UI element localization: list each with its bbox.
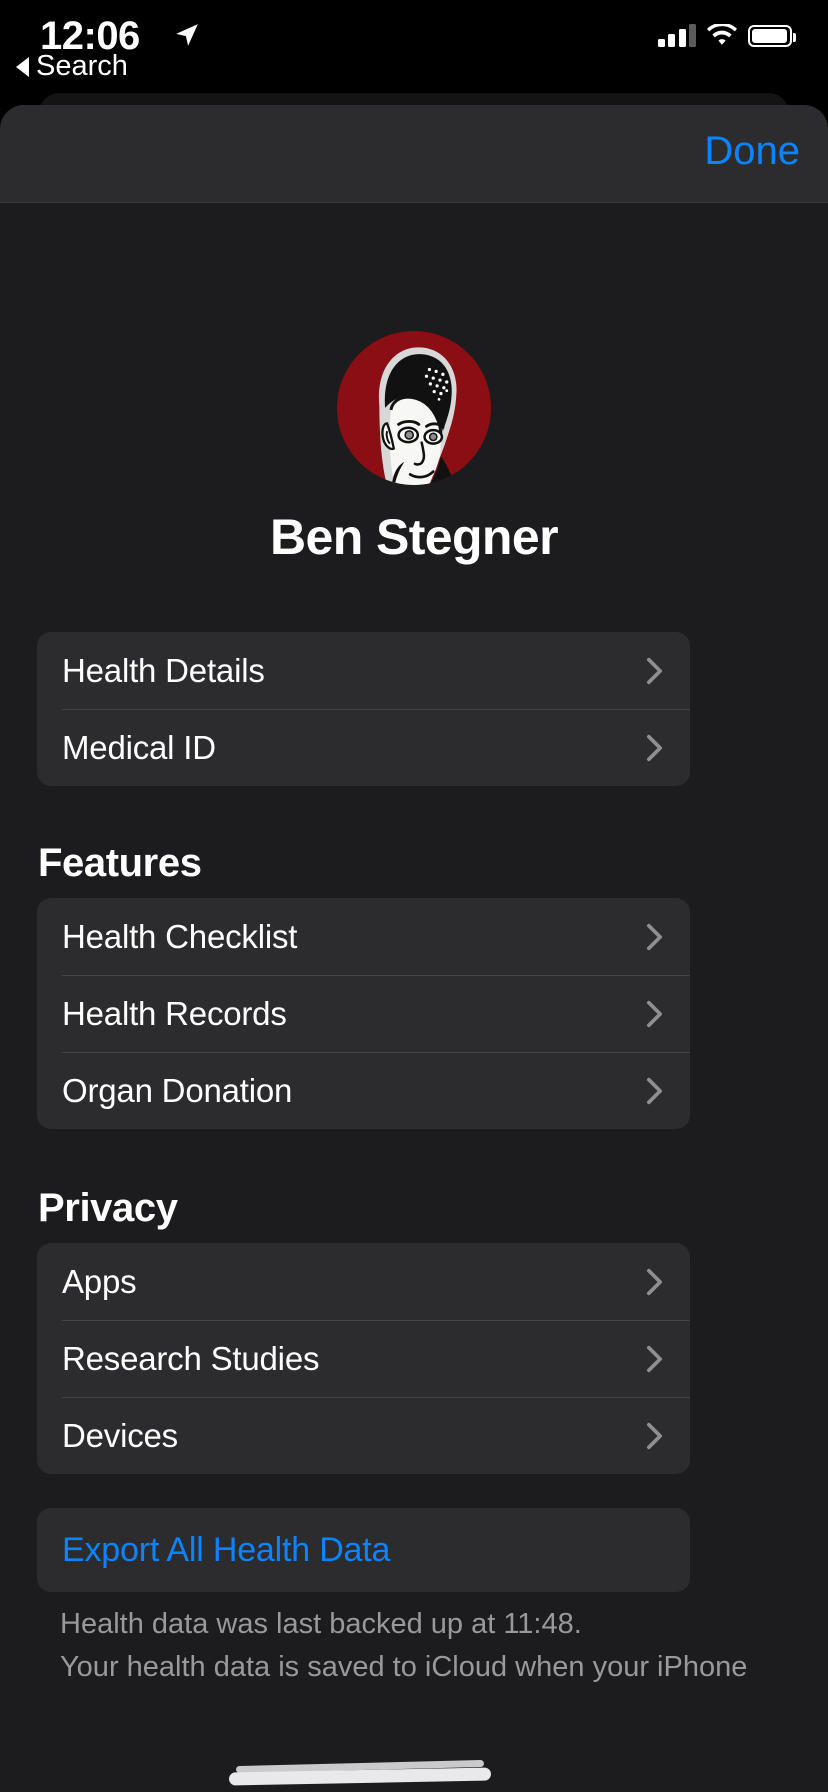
list-item-label: Organ Donation bbox=[62, 1071, 293, 1109]
list-item-apps[interactable]: Apps bbox=[37, 1243, 690, 1320]
profile-name: Ben Stegner bbox=[270, 509, 559, 565]
cellular-signal-icon bbox=[657, 23, 696, 47]
list-item-label: Devices bbox=[62, 1416, 178, 1454]
back-link-label: Search bbox=[36, 50, 128, 82]
list-item-health-details[interactable]: Health Details bbox=[37, 632, 690, 709]
list-item-label: Apps bbox=[62, 1262, 137, 1300]
chevron-right-icon bbox=[646, 657, 663, 684]
list-card-profile: Health Details Medical ID bbox=[37, 632, 690, 786]
chevron-right-icon bbox=[646, 734, 663, 761]
list-item-medical-id[interactable]: Medical ID bbox=[37, 709, 690, 786]
avatar[interactable] bbox=[337, 331, 491, 485]
footer-line-2: Your health data is saved to iCloud when… bbox=[60, 1651, 748, 1683]
list-card-features: Health Checklist Health Records Organ Do… bbox=[37, 898, 690, 1129]
list-item-health-checklist[interactable]: Health Checklist bbox=[37, 898, 690, 975]
chevron-right-icon bbox=[646, 1422, 663, 1449]
chevron-right-icon bbox=[646, 923, 663, 950]
export-card: Export All Health Data bbox=[37, 1508, 690, 1592]
list-card-privacy: Apps Research Studies Devices bbox=[37, 1243, 690, 1474]
chevron-right-icon bbox=[646, 1345, 663, 1372]
list-item-label: Health Records bbox=[62, 994, 287, 1032]
list-item-label: Health Details bbox=[62, 651, 265, 689]
profile-sheet: Done Ben Stegner Health Details Medical … bbox=[0, 105, 828, 1792]
footer-note: Health data was last backed up at 11:48.… bbox=[60, 1603, 790, 1689]
back-triangle-icon bbox=[16, 56, 29, 77]
list-item-organ-donation[interactable]: Organ Donation bbox=[37, 1052, 690, 1129]
chevron-right-icon bbox=[646, 1268, 663, 1295]
list-item-devices[interactable]: Devices bbox=[37, 1397, 690, 1474]
chevron-right-icon bbox=[646, 1000, 663, 1027]
battery-icon bbox=[748, 24, 796, 47]
back-to-search-link[interactable]: Search bbox=[16, 50, 128, 83]
list-item-label: Medical ID bbox=[62, 728, 216, 766]
wifi-icon bbox=[707, 24, 737, 45]
list-item-label: Research Studies bbox=[62, 1339, 320, 1377]
sheet-header: Done bbox=[0, 105, 828, 203]
avatar-container bbox=[0, 331, 828, 485]
list-item-health-records[interactable]: Health Records bbox=[37, 975, 690, 1052]
footer-line-1: Health data was last backed up at 11:48. bbox=[60, 1608, 582, 1640]
export-label: Export All Health Data bbox=[62, 1530, 391, 1569]
section-header-features: Features bbox=[38, 841, 202, 885]
list-item-label: Health Checklist bbox=[62, 917, 298, 955]
done-button[interactable]: Done bbox=[704, 129, 800, 174]
list-item-research-studies[interactable]: Research Studies bbox=[37, 1320, 690, 1397]
status-bar-indicators bbox=[657, 23, 796, 47]
avatar-illustration bbox=[337, 331, 491, 485]
sheet-body: Ben Stegner Health Details Medical ID Fe… bbox=[0, 203, 828, 1792]
chevron-right-icon bbox=[646, 1077, 663, 1104]
export-all-health-data-button[interactable]: Export All Health Data bbox=[37, 1508, 690, 1592]
location-arrow-icon bbox=[176, 24, 198, 46]
section-header-privacy: Privacy bbox=[38, 1186, 178, 1230]
